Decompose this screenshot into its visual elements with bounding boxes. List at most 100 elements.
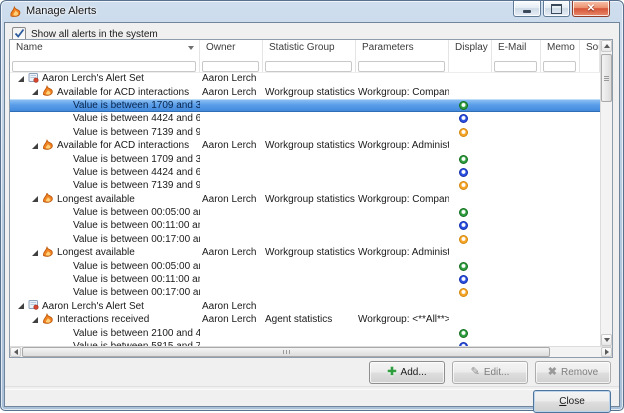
- close-button[interactable]: Close: [533, 390, 611, 413]
- column-header-owner[interactable]: Owner: [200, 40, 263, 55]
- dialog-client-area: Show all alerts in the system NameOwnerS…: [4, 22, 620, 407]
- expand-collapse-icon[interactable]: [32, 250, 38, 256]
- email-cell: [492, 85, 541, 98]
- email-cell: [492, 273, 541, 286]
- alert-rows-container: Aaron Lerch's Alert SetAaron Lerch Availa…: [10, 72, 600, 346]
- tree-row[interactable]: Value is between 7139 and 9151: [10, 179, 600, 192]
- sound-cell: [580, 326, 600, 339]
- filter-input-e-mail[interactable]: [494, 61, 537, 72]
- name-cell: Value is between 00:17:00 and 00:19:00: [10, 286, 200, 299]
- close-window-button[interactable]: ✕: [572, 1, 610, 17]
- tree-row[interactable]: Value is between 00:05:00 and 00:07:00: [10, 206, 600, 219]
- expand-collapse-icon[interactable]: [32, 317, 38, 323]
- email-cell: [492, 99, 541, 112]
- tree-row[interactable]: Value is between 00:17:00 and 00:19:00: [10, 286, 600, 299]
- expand-collapse-icon[interactable]: [18, 303, 24, 309]
- statistic-group-cell-text: Workgroup statistics: [265, 247, 355, 258]
- parameters-cell: [356, 286, 449, 299]
- column-header-e-mail[interactable]: E-Mail: [492, 40, 541, 55]
- row-name: Value is between 00:17:00 and 00:19:00: [73, 234, 200, 245]
- filter-input-owner[interactable]: [202, 61, 259, 72]
- filter-input-name[interactable]: [12, 61, 196, 72]
- statistic-group-cell: Workgroup statistics: [263, 246, 356, 259]
- tree-row[interactable]: Value is between 1709 and 3721: [10, 99, 600, 112]
- statistic-group-cell: [263, 99, 356, 112]
- statistic-group-cell: [263, 112, 356, 125]
- filter-input-statistic-group[interactable]: [265, 61, 352, 72]
- title-bar[interactable]: Manage Alerts ✕: [1, 1, 623, 22]
- statistic-group-cell: [263, 300, 356, 313]
- statistic-group-cell-text: Workgroup statistics: [265, 140, 355, 151]
- parameters-cell-text: Workgroup: Administrat...: [358, 247, 449, 258]
- expand-collapse-icon[interactable]: [32, 89, 38, 95]
- owner-cell: [200, 166, 263, 179]
- row-name: Value is between 7139 and 9151: [73, 180, 200, 191]
- statistic-group-cell: [263, 126, 356, 139]
- column-header-name[interactable]: Name: [10, 40, 200, 55]
- owner-cell: Aaron Lerch: [200, 300, 263, 313]
- column-header-sound[interactable]: Sound: [580, 40, 600, 55]
- alert-flame-icon: [9, 5, 22, 18]
- tree-row[interactable]: Interactions receivedAaron LerchAgent st…: [10, 313, 600, 326]
- parameters-cell: [356, 152, 449, 165]
- minimize-icon: [523, 10, 531, 13]
- tree-row[interactable]: Value is between 4424 and 6436: [10, 166, 600, 179]
- filter-input-parameters[interactable]: [358, 61, 445, 72]
- tree-row[interactable]: Longest availableAaron LerchWorkgroup st…: [10, 246, 600, 259]
- add-button[interactable]: ✚ Add...: [369, 361, 445, 384]
- tree-row[interactable]: Aaron Lerch's Alert SetAaron Lerch: [10, 300, 600, 313]
- display-indicator-blue-icon: [459, 275, 468, 284]
- tree-row[interactable]: Value is between 00:05:00 and 00:07:00: [10, 259, 600, 272]
- scroll-right-button[interactable]: [601, 347, 612, 357]
- tree-row[interactable]: Available for ACD interactions Aaron Lerc…: [10, 139, 600, 152]
- maximize-icon: [551, 4, 562, 14]
- expand-collapse-icon[interactable]: [32, 143, 38, 149]
- tree-row[interactable]: Value is between 7139 and 9151: [10, 126, 600, 139]
- add-plus-icon: ✚: [387, 367, 396, 378]
- sound-cell: [580, 273, 600, 286]
- edit-button[interactable]: ✎ Edit...: [452, 361, 528, 384]
- sound-cell: [580, 85, 600, 98]
- tree-row[interactable]: Aaron Lerch's Alert SetAaron Lerch: [10, 72, 600, 85]
- row-name: Available for ACD interactions: [57, 140, 189, 151]
- vertical-scrollbar[interactable]: [600, 40, 612, 346]
- parameters-cell: [356, 326, 449, 339]
- maximize-button[interactable]: [543, 1, 570, 17]
- owner-cell-text: Aaron Lerch: [202, 140, 256, 151]
- vertical-scrollbar-thumb[interactable]: [601, 54, 612, 102]
- display-cell: [449, 139, 492, 152]
- display-cell: [449, 152, 492, 165]
- name-cell: Available for ACD interactions: [10, 139, 200, 152]
- horizontal-scrollbar[interactable]: [10, 346, 612, 357]
- column-header-display[interactable]: Display: [449, 40, 492, 55]
- expand-collapse-icon[interactable]: [18, 76, 24, 82]
- tree-row[interactable]: Value is between 4424 and 6436: [10, 112, 600, 125]
- horizontal-scrollbar-thumb[interactable]: [22, 347, 550, 357]
- name-cell: Value is between 00:05:00 and 00:07:00: [10, 206, 200, 219]
- display-cell: [449, 112, 492, 125]
- owner-cell: [200, 152, 263, 165]
- column-header-memo[interactable]: Memo: [541, 40, 580, 55]
- tree-row[interactable]: Available for ACD interactionsAaron Lerc…: [10, 85, 600, 98]
- scroll-down-button[interactable]: [601, 334, 612, 346]
- tree-row[interactable]: Value is between 00:11:00 and 00:13:00: [10, 219, 600, 232]
- tree-row[interactable]: Value is between 00:11:00 and 00:13:00: [10, 273, 600, 286]
- tree-row[interactable]: Value is between 00:17:00 and 00:19:00: [10, 233, 600, 246]
- column-header-parameters[interactable]: Parameters: [356, 40, 449, 55]
- tree-row[interactable]: Value is between 1709 and 3721: [10, 152, 600, 165]
- email-cell: [492, 139, 541, 152]
- remove-button[interactable]: ✖ Remove: [535, 361, 611, 384]
- column-header-statistic-group[interactable]: Statistic Group: [263, 40, 356, 55]
- expand-collapse-icon[interactable]: [32, 196, 38, 202]
- memo-cell: [541, 219, 580, 232]
- scroll-left-button[interactable]: [10, 347, 21, 357]
- statistic-group-cell-text: Workgroup statistics: [265, 194, 355, 205]
- filter-input-memo[interactable]: [543, 61, 576, 72]
- scroll-up-button[interactable]: [601, 40, 612, 52]
- name-cell: Interactions received: [10, 313, 200, 326]
- statistic-group-cell: [263, 286, 356, 299]
- parameters-cell: Workgroup: Administrat...: [356, 246, 449, 259]
- tree-row[interactable]: Value is between 2100 and 4894: [10, 326, 600, 339]
- minimize-button[interactable]: [513, 1, 541, 17]
- tree-row[interactable]: Longest availableAaron LerchWorkgroup st…: [10, 193, 600, 206]
